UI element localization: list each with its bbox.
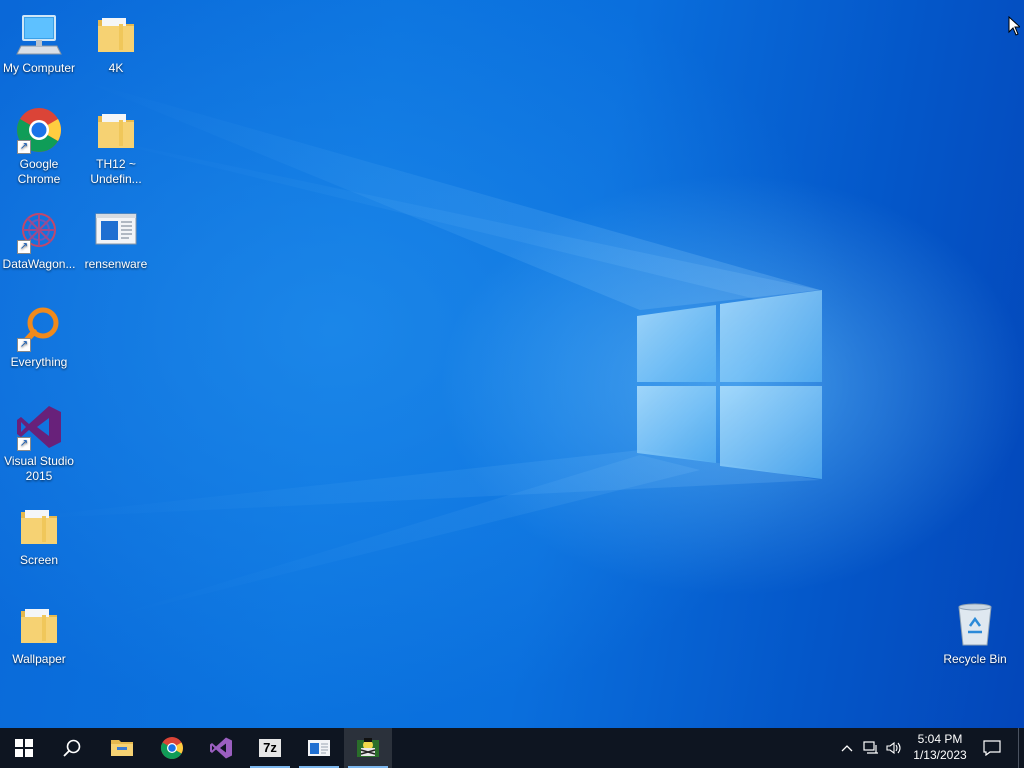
desktop-icon-label: TH12 ~ Undefin... bbox=[90, 157, 142, 186]
shortcut-arrow-icon: ↗ bbox=[17, 240, 31, 254]
folder-icon bbox=[92, 10, 140, 58]
rensenware-icon bbox=[92, 206, 140, 254]
desktop-icon-th12[interactable]: TH12 ~ Undefin... bbox=[77, 106, 155, 187]
taskbar-game-app[interactable] bbox=[344, 728, 392, 768]
desktop[interactable]: My Computer 4K ↗ Google Chrome TH12 ~ Un… bbox=[0, 0, 1024, 728]
desktop-icon-label: Google Chrome bbox=[17, 157, 61, 186]
rensenware-icon bbox=[308, 740, 330, 756]
visual-studio-icon: ↗ bbox=[15, 403, 63, 451]
volume-icon bbox=[886, 741, 901, 755]
desktop-icon-label: Visual Studio 2015 bbox=[4, 454, 74, 483]
clock-date: 1/13/2023 bbox=[913, 748, 967, 762]
volume-button[interactable] bbox=[884, 728, 904, 768]
show-hidden-icons-button[interactable] bbox=[838, 728, 856, 768]
desktop-icon-visual-studio-2015[interactable]: ↗ Visual Studio 2015 bbox=[0, 403, 78, 484]
mouse-cursor-icon bbox=[1008, 16, 1020, 36]
clock[interactable]: 5:04 PM 1/13/2023 bbox=[907, 731, 973, 763]
folder-icon bbox=[15, 502, 63, 550]
desktop-icon-label: 4K bbox=[108, 61, 124, 75]
game-app-icon bbox=[357, 738, 379, 757]
desktop-icon-label: DataWagon... bbox=[2, 257, 76, 271]
desktop-icon-screen[interactable]: Screen bbox=[0, 502, 78, 568]
desktop-icon-label: Wallpaper bbox=[12, 652, 66, 666]
chevron-up-icon bbox=[841, 745, 853, 752]
desktop-icon-datawagon[interactable]: ↗ DataWagon... bbox=[0, 206, 78, 272]
shortcut-arrow-icon: ↗ bbox=[17, 140, 31, 154]
desktop-icon-everything[interactable]: ↗ Everything bbox=[0, 304, 78, 370]
datawagon-icon: ↗ bbox=[15, 206, 63, 254]
desktop-icon-label: My Computer bbox=[2, 61, 76, 75]
taskbar-chrome[interactable] bbox=[148, 728, 196, 768]
notification-icon bbox=[983, 740, 1001, 756]
computer-icon bbox=[15, 10, 63, 58]
taskbar-7zip[interactable]: 7z bbox=[246, 728, 294, 768]
folder-icon bbox=[92, 106, 140, 154]
chrome-icon: ↗ bbox=[15, 106, 63, 154]
action-center-button[interactable] bbox=[978, 728, 1006, 768]
show-desktop-button[interactable] bbox=[1018, 728, 1024, 768]
file-explorer-icon bbox=[111, 740, 133, 756]
visual-studio-icon bbox=[210, 737, 232, 759]
desktop-icon-wallpaper[interactable]: Wallpaper bbox=[0, 601, 78, 667]
7zip-icon: 7z bbox=[259, 739, 281, 757]
windows-logo bbox=[637, 290, 822, 479]
network-button[interactable] bbox=[860, 728, 882, 768]
windows-start-icon bbox=[15, 739, 33, 757]
desktop-icon-google-chrome[interactable]: ↗ Google Chrome bbox=[0, 106, 78, 187]
shortcut-arrow-icon: ↗ bbox=[17, 338, 31, 352]
desktop-icon-recycle-bin[interactable]: Recycle Bin bbox=[936, 601, 1014, 667]
desktop-icon-label: Screen bbox=[19, 553, 59, 567]
taskbar-file-explorer[interactable] bbox=[98, 728, 146, 768]
desktop-icon-rensenware[interactable]: rensenware bbox=[77, 206, 155, 272]
taskbar-visual-studio[interactable] bbox=[197, 728, 245, 768]
desktop-icon-my-computer[interactable]: My Computer bbox=[0, 10, 78, 76]
shortcut-arrow-icon: ↗ bbox=[17, 437, 31, 451]
desktop-icon-4k[interactable]: 4K bbox=[77, 10, 155, 76]
folder-icon bbox=[15, 601, 63, 649]
clock-time: 5:04 PM bbox=[917, 732, 963, 746]
taskbar: 7z 5:04 PM 1/13/2023 bbox=[0, 728, 1024, 768]
taskbar-rensenware[interactable] bbox=[295, 728, 343, 768]
everything-search-icon: ↗ bbox=[15, 304, 63, 352]
search-button[interactable] bbox=[48, 728, 96, 768]
search-icon bbox=[63, 739, 81, 757]
desktop-icon-label: Recycle Bin bbox=[943, 652, 1007, 666]
network-icon bbox=[863, 741, 878, 754]
desktop-icon-label: Everything bbox=[10, 355, 68, 369]
desktop-icon-label: rensenware bbox=[84, 257, 148, 271]
recycle-bin-icon bbox=[951, 601, 999, 649]
chrome-icon bbox=[161, 737, 183, 759]
start-button[interactable] bbox=[0, 728, 48, 768]
